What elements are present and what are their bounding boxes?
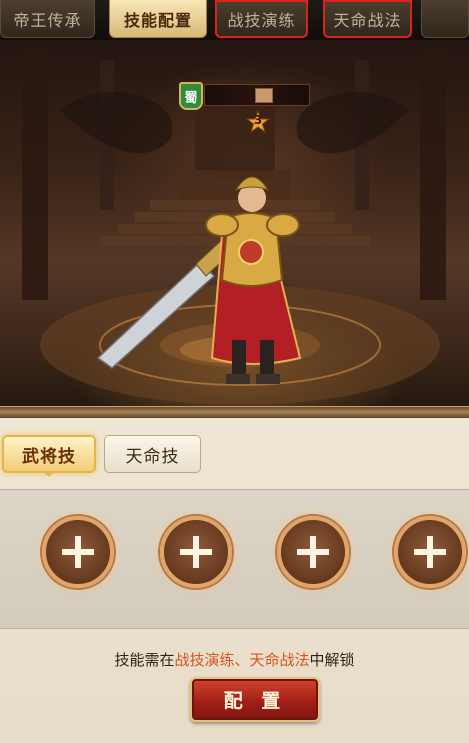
configure-button[interactable]: 配 置 [190, 677, 320, 722]
active-tab-pointer [43, 471, 55, 477]
ornamental-divider [0, 406, 469, 418]
tab-destiny-skill[interactable]: 天命技 [104, 435, 201, 473]
configure-button-label: 配 置 [223, 690, 287, 712]
hero-name-bar [204, 84, 310, 106]
subtab-label: 天命技 [125, 446, 180, 467]
tab-skill-config[interactable]: 技能配置 [109, 0, 207, 38]
name-plate [255, 88, 273, 103]
plus-icon [180, 536, 212, 568]
hero-display: 蜀 3 [0, 40, 469, 408]
hint-separator: 、 [234, 651, 250, 669]
tab-combat-drill[interactable]: 战技演练 [215, 0, 308, 38]
skill-slot-4[interactable] [394, 516, 466, 588]
tab-emperor-legacy[interactable]: 帝王传承 [0, 0, 95, 38]
tab-label: 战技演练 [227, 10, 296, 30]
tab-more[interactable] [421, 0, 469, 38]
skill-slot-2[interactable] [160, 516, 232, 588]
tab-label: 技能配置 [123, 10, 192, 30]
star-level-number: 3 [253, 113, 263, 127]
tab-destiny-tactics[interactable]: 天命战法 [323, 0, 412, 38]
tab-label: 天命战法 [333, 10, 402, 30]
skill-slot-1[interactable] [42, 516, 114, 588]
plus-icon [62, 536, 94, 568]
top-tab-bar: 帝王传承 技能配置 战技演练 天命战法 [0, 0, 469, 40]
tab-general-skill[interactable]: 武将技 [2, 435, 96, 473]
plus-icon [297, 536, 329, 568]
tab-label: 帝王传承 [13, 10, 82, 30]
plus-icon [414, 536, 446, 568]
subtab-label: 武将技 [22, 446, 76, 467]
hint-link-destiny-tactics: 天命战法 [249, 651, 310, 669]
hint-prefix: 技能需在 [114, 651, 175, 669]
faction-badge: 蜀 [179, 82, 203, 110]
hint-link-combat-drill: 战技演练 [174, 651, 235, 669]
skill-slot-3[interactable] [277, 516, 349, 588]
unlock-hint: 技能需在战技演练、天命战法中解锁 [0, 649, 469, 670]
star-level-badge: 3 [245, 109, 271, 134]
hint-suffix: 中解锁 [309, 651, 355, 669]
